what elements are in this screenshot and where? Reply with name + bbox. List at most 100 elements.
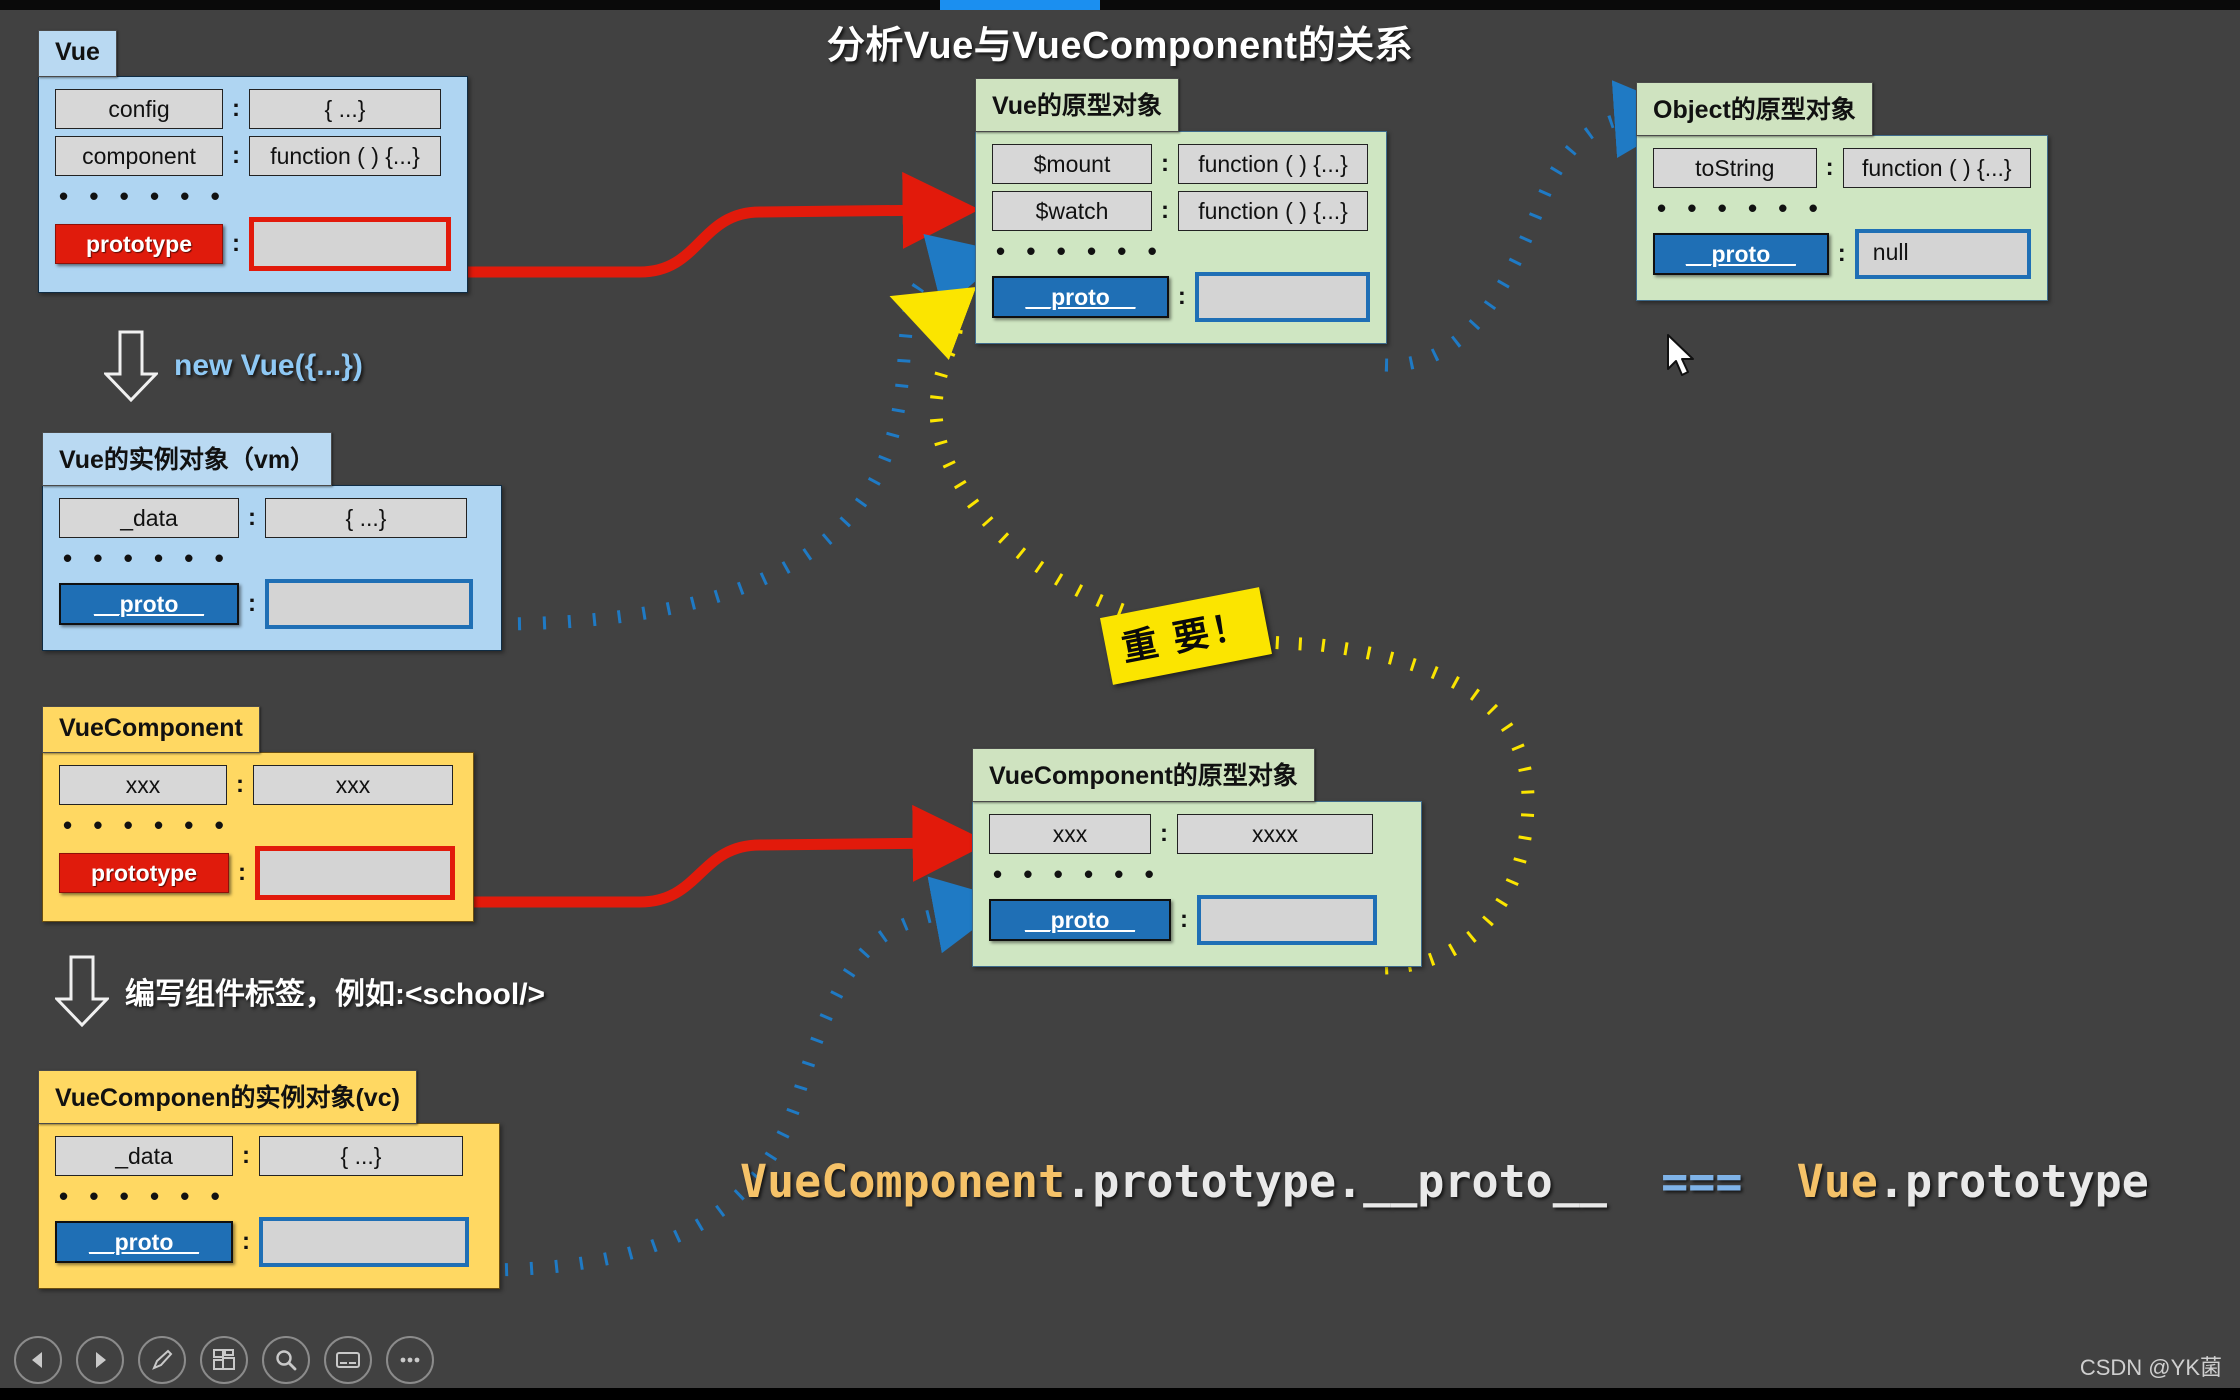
previous-icon[interactable] <box>14 1336 62 1384</box>
table-row-proto: __proto__ : <box>992 272 1370 323</box>
colon: : <box>248 590 256 618</box>
value-xxxx: xxxx <box>1177 814 1373 855</box>
step-write-tag-label: 编写组件标签，例如:<school/> <box>125 978 546 1011</box>
colon: : <box>242 1142 250 1170</box>
key-proto: __proto__ <box>59 583 239 626</box>
layout-icon[interactable] <box>200 1336 248 1384</box>
key-config: config <box>55 89 223 130</box>
table-row: _data : { ...} <box>59 498 485 539</box>
search-icon[interactable] <box>262 1336 310 1384</box>
ellipsis: • • • • • • <box>996 236 1164 267</box>
table-row-proto: __proto__ : <box>55 1217 483 1268</box>
value-xxx: xxx <box>253 765 453 806</box>
value-component: function ( ) {...} <box>249 136 441 177</box>
table-row: xxx : xxxx <box>989 814 1405 855</box>
arrow-vc-proto-to-vuecomponent-proto-object <box>479 876 1012 1277</box>
play-icon[interactable] <box>76 1336 124 1384</box>
equation-right-identifier: Vue <box>1796 1155 1878 1208</box>
value-proto <box>1194 272 1370 323</box>
key-prototype: prototype <box>59 853 229 894</box>
ellipsis: • • • • • • <box>59 181 227 212</box>
card-vuecomponent-title: VueComponent <box>42 706 260 753</box>
arrow-vm-proto-to-vue-proto-object <box>492 233 1009 631</box>
colon: : <box>1180 906 1188 934</box>
down-arrow-icon <box>104 330 158 402</box>
table-row: component : function ( ) {...} <box>55 136 451 177</box>
key-xxx: xxx <box>989 814 1151 855</box>
table-row: $watch : function ( ) {...} <box>992 191 1370 232</box>
pen-icon[interactable] <box>138 1336 186 1384</box>
equation-left-rest: .prototype.__proto__ <box>1065 1155 1607 1208</box>
card-vue-prototype-object: Vue的原型对象 $mount : function ( ) {...} $wa… <box>975 78 1387 345</box>
card-vue-prototype-object-title: Vue的原型对象 <box>975 78 1179 132</box>
value-prototype <box>249 217 451 272</box>
value-config: { ...} <box>249 89 441 130</box>
colon: : <box>238 859 246 887</box>
card-vuecomponent-prototype-object: VueComponent的原型对象 xxx : xxxx • • • • • •… <box>972 748 1422 968</box>
table-row: config : { ...} <box>55 89 451 130</box>
colon: : <box>1177 283 1186 311</box>
ellipsis: • • • • • • <box>1657 193 1825 224</box>
arrow-vue-proto-to-object-proto <box>1384 80 1693 372</box>
ellipsis: • • • • • • <box>59 1181 227 1212</box>
card-vue-instance: Vue的实例对象（vm） _data : { ...} • • • • • • … <box>42 432 502 652</box>
slide-canvas: 分析Vue与VueComponent的关系 Vue config : { ...… <box>0 0 2240 1400</box>
subtitle-icon[interactable] <box>324 1336 372 1384</box>
step-write-tag: 编写组件标签，例如:<school/> <box>55 955 545 1027</box>
ellipsis: • • • • • • <box>993 859 1161 890</box>
down-arrow-icon <box>55 955 109 1027</box>
key-component: component <box>55 136 223 177</box>
card-vuecomponent: VueComponent xxx : xxx • • • • • • proto… <box>42 706 474 923</box>
table-row: xxx : xxx <box>59 765 457 806</box>
ellipsis: • • • • • • <box>63 543 231 574</box>
colon: : <box>232 142 240 170</box>
key-proto: __proto__ <box>992 276 1169 319</box>
step-new-vue: new Vue({...}) <box>104 330 363 402</box>
arrow-vue-prototype-to-vue-proto-object <box>449 171 980 278</box>
ellipsis: • • • • • • <box>63 810 231 841</box>
value-watch: function ( ) {...} <box>1178 191 1368 232</box>
card-vue-prototype-object-body: $mount : function ( ) {...} $watch : fun… <box>975 131 1387 345</box>
card-object-prototype-object-body: toString : function ( ) {...} • • • • • … <box>1636 135 2048 302</box>
table-row: _data : { ...} <box>55 1136 483 1177</box>
key-prototype: prototype <box>55 224 223 265</box>
colon: : <box>232 230 240 258</box>
more-icon[interactable] <box>386 1336 434 1384</box>
value-proto <box>259 1217 469 1268</box>
table-row-proto: __proto__ : null <box>1653 229 2031 280</box>
colon: : <box>1825 154 1834 182</box>
card-vuecomponent-prototype-object-title: VueComponent的原型对象 <box>972 748 1315 802</box>
colon: : <box>1161 150 1169 178</box>
key-data: _data <box>55 1136 233 1177</box>
colon: : <box>1837 240 1846 268</box>
value-data: { ...} <box>265 498 467 539</box>
colon: : <box>1160 820 1168 848</box>
video-progress-bar[interactable] <box>0 0 2240 10</box>
key-proto: __proto__ <box>1653 233 1829 276</box>
step-new-vue-label: new Vue({...}) <box>174 349 363 382</box>
equation-operator: === <box>1661 1155 1743 1208</box>
card-vue: Vue config : { ...} component : function… <box>38 30 468 294</box>
key-data: _data <box>59 498 239 539</box>
table-row-proto: __proto__ : <box>59 579 485 630</box>
key-mount: $mount <box>992 144 1152 185</box>
key-tostring: toString <box>1653 148 1817 189</box>
progress-played-segment[interactable] <box>940 0 1100 10</box>
table-row-proto: __proto__ : <box>989 895 1405 946</box>
arrow-vuecomponent-prototype-to-vc-proto-object <box>449 804 990 908</box>
bottom-letterbox <box>0 1388 2240 1400</box>
card-object-prototype-object: Object的原型对象 toString : function ( ) {...… <box>1636 82 2048 302</box>
colon: : <box>232 95 240 123</box>
card-vuecomponent-instance: VueComponen的实例对象(vc) _data : { ...} • • … <box>38 1070 500 1290</box>
watermark: CSDN @YK菌 <box>2079 1355 2222 1380</box>
card-vuecomponent-instance-title: VueComponen的实例对象(vc) <box>38 1070 417 1124</box>
key-proto: __proto__ <box>989 899 1171 942</box>
table-row-prototype: prototype : <box>59 846 457 901</box>
card-vue-instance-body: _data : { ...} • • • • • • __proto__ : <box>42 485 502 652</box>
key-watch: $watch <box>992 191 1152 232</box>
value-proto <box>1197 895 1377 946</box>
value-data: { ...} <box>259 1136 463 1177</box>
table-row: toString : function ( ) {...} <box>1653 148 2031 189</box>
table-row: $mount : function ( ) {...} <box>992 144 1370 185</box>
card-vuecomponent-prototype-object-body: xxx : xxxx • • • • • • __proto__ : <box>972 801 1422 968</box>
